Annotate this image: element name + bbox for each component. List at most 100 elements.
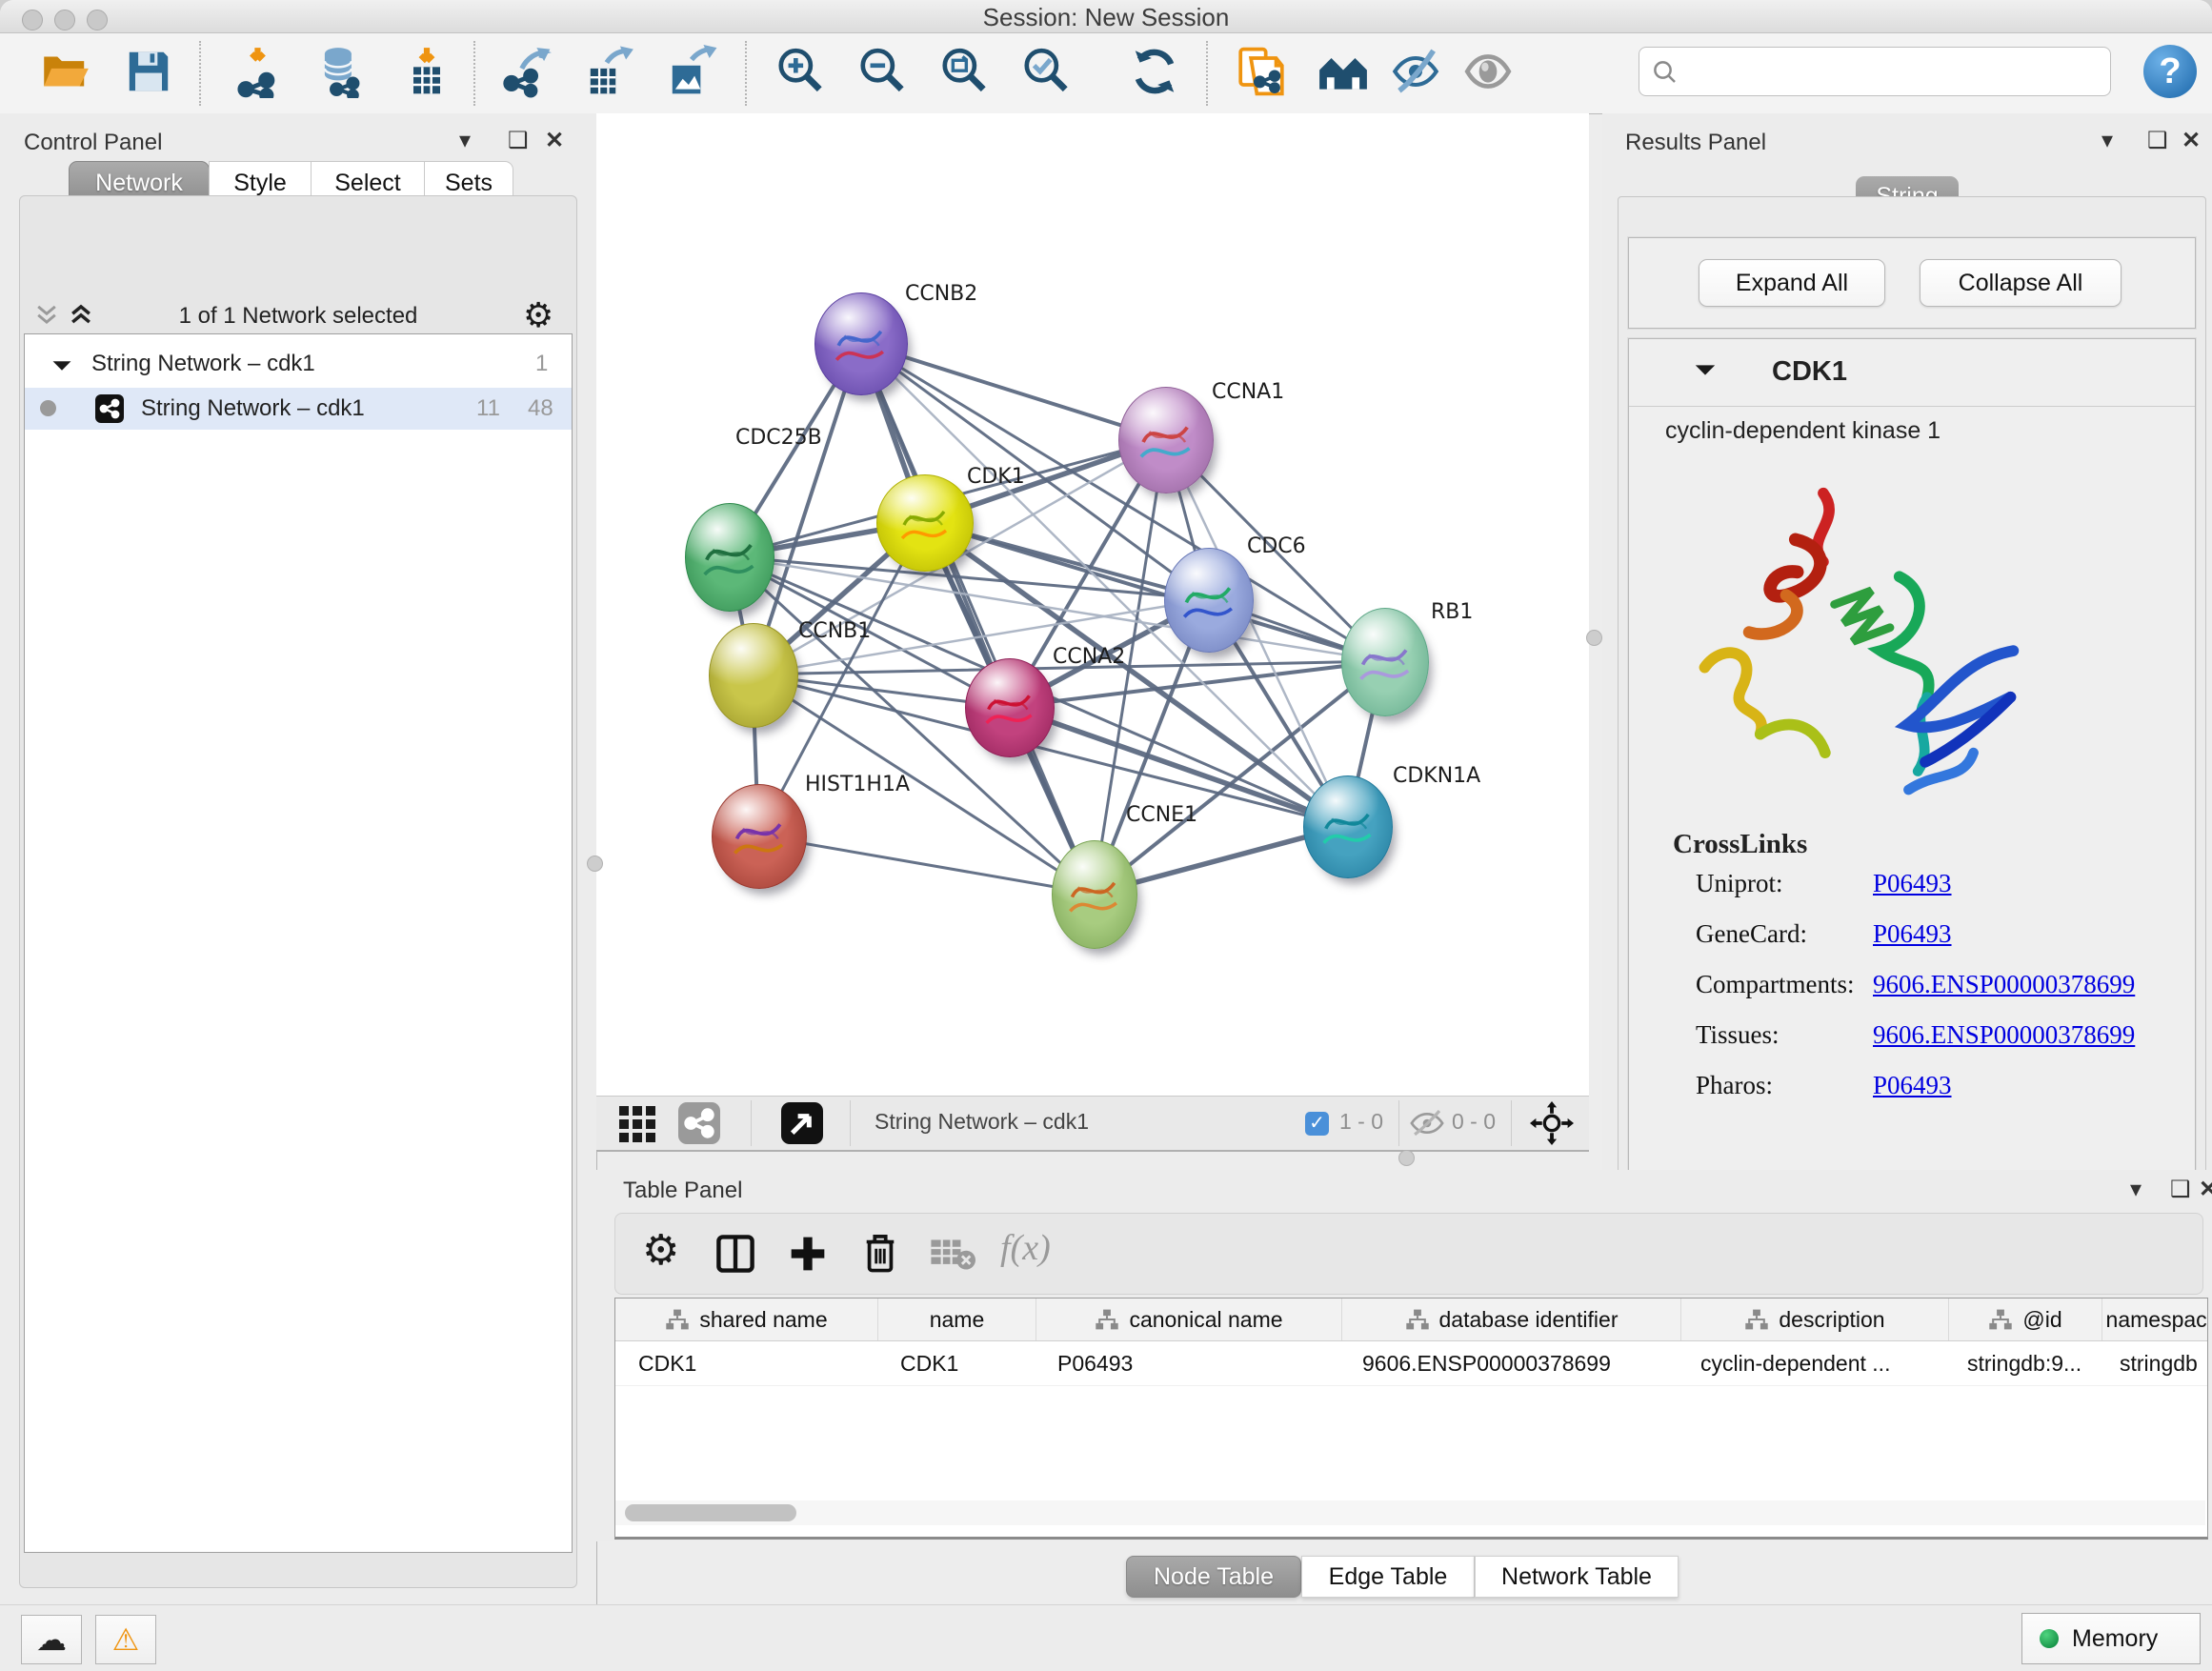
column-header-namespace[interactable]: namespace (2102, 1299, 2208, 1340)
zoom-in-button[interactable] (774, 45, 827, 98)
table-cell[interactable]: cyclin-dependent ... (1678, 1341, 1944, 1385)
network-share-badge[interactable] (678, 1102, 720, 1144)
results-panel-close-button[interactable]: ✕ (2182, 127, 2201, 154)
tab-node-table[interactable]: Node Table (1126, 1556, 1301, 1598)
crosslink-link[interactable]: P06493 (1873, 869, 1952, 897)
open-session-button[interactable] (38, 45, 91, 98)
table-panel-float-button[interactable]: ❑ (2170, 1176, 2191, 1203)
network-node-CDKN1A[interactable] (1303, 775, 1393, 878)
delete-column-icon[interactable] (861, 1231, 899, 1279)
crosslink-label: GeneCard: (1696, 919, 1873, 949)
save-session-button[interactable] (122, 45, 175, 98)
crosslink-label: Uniprot: (1696, 869, 1873, 898)
crosslink-link[interactable]: 9606.ENSP00000378699 (1873, 1020, 2135, 1049)
clone-network-button[interactable] (1235, 45, 1288, 98)
crosslink-row: Uniprot:P06493 (1696, 869, 2172, 919)
birds-eye-view-button[interactable] (619, 1106, 663, 1147)
selected-checkbox-icon[interactable]: ✓ (1305, 1112, 1329, 1136)
shared-column-icon (1744, 1308, 1769, 1331)
crosslink-link[interactable]: P06493 (1873, 919, 1952, 948)
control-panel-close-button[interactable]: ✕ (545, 127, 564, 154)
column-header-shared-name[interactable]: shared name (615, 1299, 878, 1340)
refresh-view-button[interactable] (1128, 45, 1181, 98)
results-panel-float-button[interactable]: ❑ (2147, 127, 2168, 154)
network-options-gear-icon[interactable]: ⚙ (523, 295, 553, 335)
table-cell[interactable]: CDK1 (877, 1341, 1035, 1385)
export-network-button[interactable] (501, 45, 554, 98)
table-cell[interactable]: stringdb (2097, 1341, 2207, 1385)
table-cell[interactable]: 9606.ENSP00000378699 (1339, 1341, 1678, 1385)
first-neighbors-button[interactable] (1317, 45, 1370, 98)
warnings-button[interactable]: ⚠ (95, 1615, 156, 1664)
collapse-all-button[interactable]: Collapse All (1920, 259, 2122, 307)
network-row-selected[interactable]: String Network – cdk1 11 48 (25, 388, 572, 430)
help-button[interactable]: ? (2143, 45, 2197, 98)
import-network-button[interactable] (232, 45, 286, 98)
open-in-new-window-button[interactable] (781, 1102, 823, 1144)
table-cell[interactable]: P06493 (1035, 1341, 1339, 1385)
network-node-CCNB1[interactable] (709, 623, 798, 728)
control-panel-float-button[interactable]: ❑ (508, 127, 529, 154)
tab-network-table[interactable]: Network Table (1475, 1556, 1679, 1598)
import-network-from-database-button[interactable] (314, 45, 368, 98)
table-body: CDK1CDK1P064939606.ENSP00000378699cyclin… (615, 1341, 2207, 1386)
column-header-name[interactable]: name (878, 1299, 1036, 1340)
cloud-icon: ☁ (36, 1622, 67, 1657)
search-input[interactable] (1639, 47, 2111, 96)
column-header--id[interactable]: @id (1949, 1299, 2102, 1340)
tab-edge-table[interactable]: Edge Table (1301, 1556, 1475, 1598)
left-splitter-handle[interactable] (587, 856, 603, 872)
control-panel-menu-button[interactable]: ▾ (459, 127, 471, 154)
zoom-fit-button[interactable] (937, 45, 991, 98)
shared-column-icon (665, 1308, 690, 1331)
crosslink-row: Tissues:9606.ENSP00000378699 (1696, 1020, 2172, 1071)
network-node-CCNA1[interactable] (1118, 387, 1214, 493)
table-panel-close-button[interactable]: ✕ (2199, 1176, 2212, 1203)
crosslinks-list: Uniprot:P06493GeneCard:P06493Compartment… (1696, 869, 2172, 1121)
collection-expander-icon[interactable] (51, 353, 72, 380)
network-node-RB1[interactable] (1341, 608, 1429, 716)
cdk1-expander-icon[interactable] (1694, 362, 1717, 383)
node-label-CCNA2: CCNA2 (1053, 645, 1125, 669)
crosslink-link[interactable]: P06493 (1873, 1071, 1952, 1099)
column-header-canonical-name[interactable]: canonical name (1036, 1299, 1342, 1340)
network-node-CCNA2[interactable] (965, 658, 1055, 757)
network-node-CDC6[interactable] (1164, 548, 1254, 653)
network-node-HIST1H1A[interactable] (712, 784, 807, 889)
pan-crosshair-button[interactable] (1530, 1101, 1574, 1150)
table-panel-menu-button[interactable]: ▾ (2130, 1176, 2142, 1203)
zoom-out-button[interactable] (855, 45, 909, 98)
expand-all-button[interactable]: Expand All (1699, 259, 1885, 307)
horizontal-splitter-handle[interactable] (1398, 1150, 1415, 1166)
show-columns-icon[interactable] (714, 1233, 756, 1279)
table-h-scrollbar[interactable] (615, 1500, 2205, 1525)
memory-button[interactable]: Memory (2021, 1613, 2201, 1664)
network-node-CDK1[interactable] (876, 474, 974, 572)
crosslink-link[interactable]: 9606.ENSP00000378699 (1873, 970, 2135, 998)
network-node-CCNB2[interactable] (814, 292, 908, 395)
table-gear-icon[interactable]: ⚙ (642, 1226, 679, 1275)
import-table-button[interactable] (400, 45, 453, 98)
table-row[interactable]: CDK1CDK1P064939606.ENSP00000378699cyclin… (615, 1341, 2207, 1386)
export-table-button[interactable] (583, 45, 636, 98)
node-label-CCNA1: CCNA1 (1212, 380, 1284, 404)
export-image-button[interactable] (665, 45, 718, 98)
add-column-icon[interactable] (789, 1235, 827, 1278)
memory-status-dot (2040, 1629, 2059, 1648)
table-cell[interactable]: CDK1 (615, 1341, 877, 1385)
show-all-button[interactable] (1461, 45, 1515, 98)
network-node-CCNE1[interactable] (1052, 840, 1137, 949)
network-node-CDC25B[interactable] (685, 503, 774, 612)
scrollbar-thumb[interactable] (625, 1504, 796, 1521)
column-header-description[interactable]: description (1681, 1299, 1949, 1340)
zoom-selected-button[interactable] (1019, 45, 1073, 98)
network-canvas[interactable]: CCNB2CCNA1CDC25BCDK1CDC6RB1CCNB1CCNA2CDK… (600, 114, 1589, 1096)
right-splitter-handle[interactable] (1586, 630, 1602, 646)
table-cell[interactable]: stringdb:9... (1944, 1341, 2097, 1385)
column-header-database-identifier[interactable]: database identifier (1342, 1299, 1681, 1340)
results-panel-menu-button[interactable]: ▾ (2101, 127, 2113, 154)
network-collection-row[interactable]: String Network – cdk1 1 (25, 346, 572, 388)
status-bar: ☁ ⚠ Memory (0, 1604, 2212, 1671)
hide-selected-button[interactable] (1389, 45, 1442, 98)
cloud-button[interactable]: ☁ (21, 1615, 82, 1664)
